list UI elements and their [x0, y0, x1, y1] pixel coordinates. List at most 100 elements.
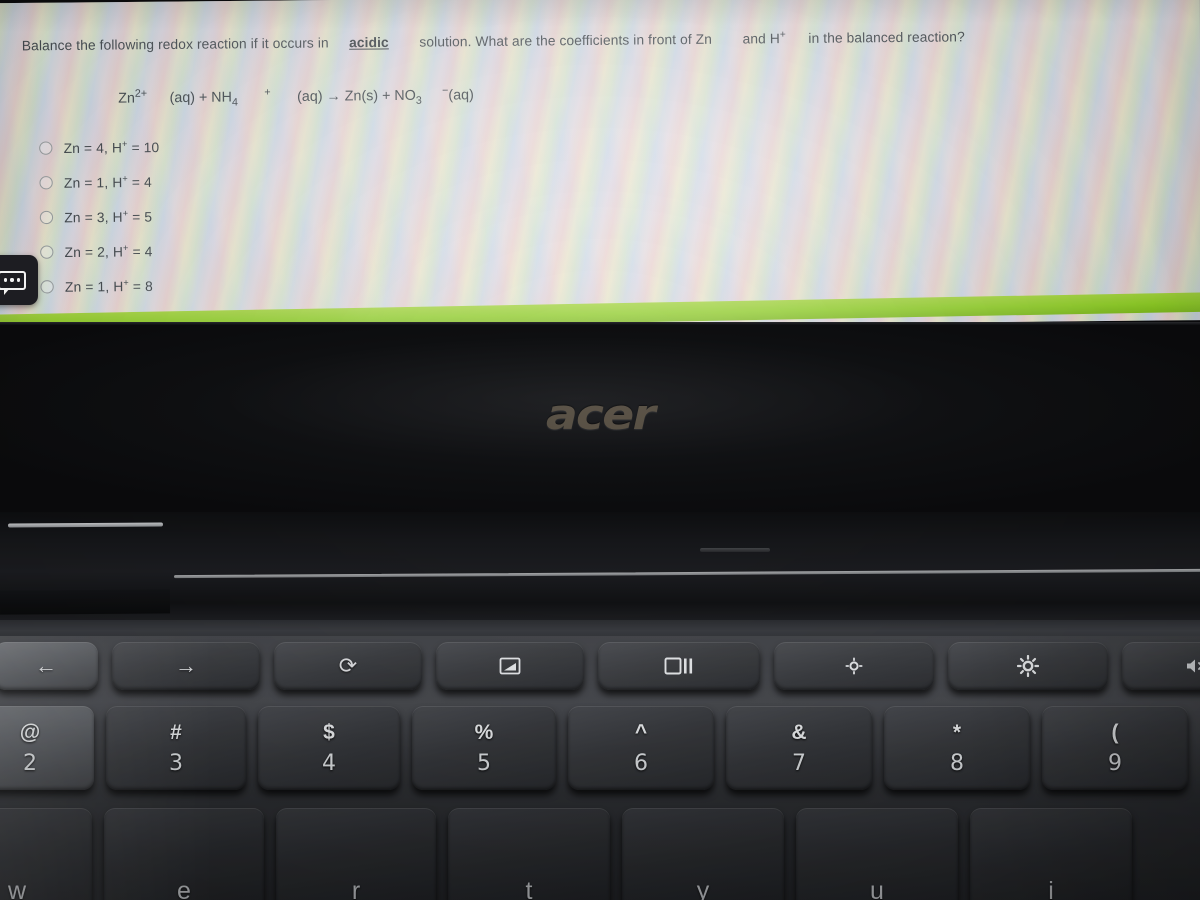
radio-button-icon[interactable]	[39, 175, 53, 189]
key-8-label: 8	[950, 750, 964, 776]
question-middle: solution. What are the coefficients in f…	[419, 31, 713, 50]
answer-option-2[interactable]: Zn = 1, H+ = 4	[39, 161, 468, 200]
radio-button-icon[interactable]	[40, 279, 54, 293]
key-mute[interactable]	[1122, 642, 1200, 690]
eq-reactant-1-charge: 2+	[134, 87, 148, 100]
function-key-row: ← → ⟳	[0, 642, 1200, 694]
acer-brand-logo: acer	[545, 390, 656, 439]
key-9-shifted-label: (	[1111, 720, 1119, 744]
key-2[interactable]: @ 2	[0, 706, 94, 790]
radio-button-icon[interactable]	[39, 210, 54, 224]
arrow-right-icon: →	[175, 653, 197, 678]
eq-arrow: →	[326, 87, 341, 104]
key-6[interactable]: ^ 6	[568, 706, 714, 790]
radio-button-icon[interactable]	[40, 244, 54, 259]
letter-key-row: w e r t y u i	[0, 808, 1200, 900]
key-6-shifted-label: ^	[634, 720, 648, 744]
question-suffix: in the balanced reaction?	[808, 29, 965, 46]
key-brightness-down[interactable]	[774, 642, 934, 690]
bezel-top-edge	[0, 322, 1200, 325]
answer-option-4[interactable]: Zn = 2, H+ = 4	[40, 230, 469, 269]
eq-reactant-1-state: (aq) + NH	[169, 88, 232, 106]
laptop-hinge	[0, 512, 1200, 642]
fullscreen-icon	[499, 657, 521, 675]
key-i[interactable]: i	[970, 808, 1132, 900]
answer-options: Zn = 4, H+ = 10 Zn = 1, H+ = 4 Zn = 3, H…	[39, 126, 469, 304]
arrow-left-icon: ←	[35, 653, 57, 678]
key-fullscreen[interactable]	[436, 642, 584, 690]
hinge-highlight-right	[174, 568, 1200, 579]
key-9-label: 9	[1108, 750, 1122, 776]
answer-option-1[interactable]: Zn = 4, H+ = 10	[39, 126, 468, 165]
screen-bezel: acer	[0, 322, 1200, 512]
answer-option-4-label: Zn = 2, H+ = 4	[64, 242, 153, 260]
key-3-shifted-label: #	[170, 720, 182, 744]
quiz-page: Balance the following redox reaction if …	[0, 0, 1200, 335]
key-refresh[interactable]: ⟳	[274, 642, 422, 690]
hinge-notch	[700, 548, 770, 552]
key-window-overview[interactable]	[598, 642, 760, 690]
key-r[interactable]: r	[276, 808, 436, 900]
key-y-label: y	[696, 877, 710, 900]
answer-option-3[interactable]: Zn = 3, H+ = 5	[39, 196, 469, 235]
laptop-screen: Balance the following redox reaction if …	[0, 0, 1200, 335]
laptop-photo: Balance the following redox reaction if …	[0, 0, 1200, 900]
question-emphasis: acidic	[349, 34, 389, 51]
eq-product-1: Zn(s) + NO	[344, 86, 416, 104]
key-9[interactable]: ( 9	[1042, 706, 1188, 790]
key-8[interactable]: * 8	[884, 706, 1030, 790]
key-2-shifted-label: @	[19, 720, 41, 744]
hinge-highlight-left	[7, 522, 164, 528]
window-overview-icon	[664, 657, 694, 675]
key-2-label: 2	[23, 750, 37, 776]
chat-bubble-icon[interactable]	[0, 255, 38, 305]
key-4-shifted-label: $	[323, 720, 335, 744]
key-7[interactable]: & 7	[726, 706, 872, 790]
key-4[interactable]: $ 4	[258, 706, 400, 790]
key-t[interactable]: t	[448, 808, 610, 900]
answer-option-5[interactable]: Zn = 1, H+ = 8	[40, 265, 469, 304]
key-7-label: 7	[792, 750, 806, 776]
chat-dot	[16, 278, 21, 282]
hinge-step	[0, 589, 171, 615]
refresh-icon: ⟳	[338, 653, 358, 678]
key-3[interactable]: # 3	[106, 706, 246, 790]
key-6-label: 6	[634, 750, 648, 776]
key-forward[interactable]: →	[112, 642, 260, 690]
key-i-label: i	[1048, 877, 1054, 900]
question-prefix: Balance the following redox reaction if …	[21, 35, 329, 54]
key-y[interactable]: y	[622, 808, 784, 900]
key-e[interactable]: e	[104, 808, 264, 900]
answer-option-3-label: Zn = 3, H+ = 5	[64, 207, 153, 226]
key-back[interactable]: ←	[0, 642, 98, 690]
chat-dot	[10, 278, 14, 282]
key-4-label: 4	[322, 750, 336, 776]
key-brightness-up[interactable]	[948, 642, 1108, 690]
key-u-label: u	[870, 877, 884, 900]
question-text: Balance the following redox reaction if …	[22, 25, 1185, 53]
laptop-keyboard: ← → ⟳ @ 2 # 3 $ 4 % 5 ^ 6 & 7 * 8 (9 w …	[0, 636, 1200, 900]
answer-option-1-label: Zn = 4, H+ = 10	[63, 138, 160, 156]
key-e-label: e	[177, 877, 191, 900]
key-r-label: r	[351, 877, 361, 900]
eq-reactant-1: Zn	[118, 89, 135, 106]
number-key-row: @ 2 # 3 $ 4 % 5 ^ 6 & 7 * 8 (9	[0, 706, 1200, 792]
mute-icon	[1185, 657, 1200, 675]
eq-product-1-state: (aq)	[448, 86, 474, 103]
brightness-down-icon	[845, 657, 863, 675]
chat-bubble-shape	[0, 270, 26, 295]
question-and-label: and H	[742, 30, 780, 47]
brightness-up-icon	[1017, 655, 1039, 677]
key-w[interactable]: w	[0, 808, 92, 900]
key-5-label: 5	[477, 750, 491, 776]
chat-dot	[3, 278, 8, 282]
key-t-label: t	[525, 877, 533, 900]
chemical-equation: Zn2+ (aq) + NH4 + (aq) → Zn(s) + NO3 −(a…	[118, 84, 474, 109]
key-5[interactable]: % 5	[412, 706, 556, 790]
key-u[interactable]: u	[796, 808, 958, 900]
key-7-shifted-label: &	[791, 720, 807, 744]
radio-button-icon[interactable]	[39, 140, 53, 155]
key-w-label: w	[7, 877, 27, 900]
key-8-shifted-label: *	[952, 720, 962, 744]
answer-option-2-label: Zn = 1, H+ = 4	[63, 173, 152, 191]
